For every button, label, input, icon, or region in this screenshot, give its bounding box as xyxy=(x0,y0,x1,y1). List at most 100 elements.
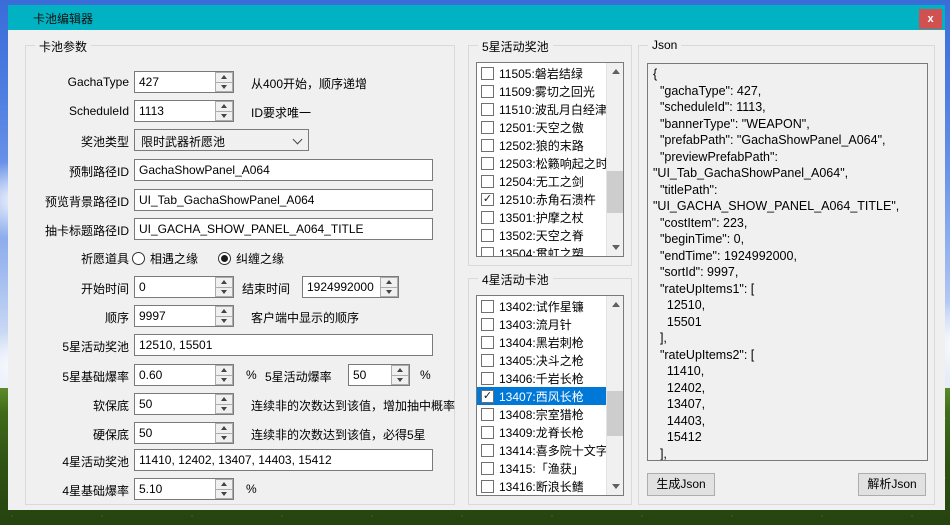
star5-scrollbar[interactable] xyxy=(606,63,623,256)
titlebar[interactable]: 卡池编辑器 x xyxy=(8,5,945,30)
star4-groupbox: 4星活动卡池 13402:试作星镰13403:流月针13404:黑岩刺枪1340… xyxy=(468,278,632,505)
close-icon[interactable]: x xyxy=(919,9,942,29)
item-label: 12510:赤角石溃杵 xyxy=(499,191,596,208)
row-sort: 顺序 客户端中显示的顺序 xyxy=(26,305,454,327)
generate-json-button[interactable]: 生成Json xyxy=(647,473,715,496)
list-item[interactable]: 13402:试作星镰 xyxy=(477,297,606,315)
scroll-down-icon[interactable] xyxy=(607,478,624,495)
row-title-path: 抽卡标题路径ID xyxy=(26,218,454,240)
spin-down-icon[interactable] xyxy=(215,316,233,327)
star5-list-rows: 11505:磐岩结绿11509:雾切之回光11510:波乱月白经津12501:天… xyxy=(477,64,606,257)
item-label: 13404:黑岩刺枪 xyxy=(499,334,584,351)
list-item[interactable]: 13501:护摩之杖 xyxy=(477,208,606,226)
radio-option[interactable]: 相遇之缘 xyxy=(132,250,198,267)
parse-json-button[interactable]: 解析Json xyxy=(858,473,926,496)
list-item[interactable]: 13406:千岩长枪 xyxy=(477,369,606,387)
checkbox-icon[interactable] xyxy=(481,139,494,152)
row-soft-pity: 软保底 连续非的次数达到该值，增加抽中概率 xyxy=(26,393,454,415)
spin-down-icon[interactable] xyxy=(391,375,409,386)
checkbox-icon[interactable] xyxy=(481,444,494,457)
row-gacha-type: GachaType 从400开始，顺序递增 xyxy=(26,71,454,93)
list-item[interactable]: 13403:流月针 xyxy=(477,315,606,333)
scroll-up-icon[interactable] xyxy=(607,296,624,313)
list-item[interactable]: 12504:无工之剑 xyxy=(477,172,606,190)
star5-pool-input[interactable] xyxy=(134,334,433,356)
item-label: 13501:护摩之杖 xyxy=(499,209,584,226)
list-item[interactable]: 13405:决斗之枪 xyxy=(477,351,606,369)
soft-pity-label: 软保底 xyxy=(26,397,129,414)
list-item[interactable]: 12503:松籁响起之时 xyxy=(477,154,606,172)
checkbox-icon[interactable] xyxy=(481,372,494,385)
spin-down-icon[interactable] xyxy=(215,489,233,500)
checkbox-icon[interactable] xyxy=(481,480,494,493)
item-label: 13415:「渔获」 xyxy=(499,460,584,477)
list-item[interactable]: 13415:「渔获」 xyxy=(477,459,606,477)
spin-down-icon[interactable] xyxy=(215,375,233,386)
spin-down-icon[interactable] xyxy=(215,111,233,122)
item-label: 13402:试作星镰 xyxy=(499,298,584,315)
spin-down-icon[interactable] xyxy=(215,82,233,93)
pool-type-select[interactable]: 限时武器祈愿池 xyxy=(134,129,309,151)
window-title: 卡池编辑器 xyxy=(33,10,93,27)
list-item[interactable]: ✓13407:西风长枪 xyxy=(477,387,606,405)
list-item[interactable]: 13409:龙脊长枪 xyxy=(477,423,606,441)
checkbox-icon[interactable] xyxy=(481,229,494,242)
list-item[interactable]: 13408:宗室猎枪 xyxy=(477,405,606,423)
preview-path-input[interactable] xyxy=(134,189,433,211)
checkbox-icon[interactable] xyxy=(481,85,494,98)
title-path-input[interactable] xyxy=(134,218,433,240)
radio-option[interactable]: 纠缠之缘 xyxy=(218,250,284,267)
row-hard-pity: 硬保底 连续非的次数达到该值，必得5星 xyxy=(26,422,454,444)
spin-down-icon[interactable] xyxy=(215,433,233,444)
list-item[interactable]: 13504:贯虹之槊 xyxy=(477,244,606,257)
checkbox-icon[interactable] xyxy=(481,408,494,421)
star5-base-rate-spinner xyxy=(134,364,234,386)
checkbox-icon[interactable]: ✓ xyxy=(481,390,494,403)
list-item[interactable]: 13414:喜多院十文字 xyxy=(477,441,606,459)
checkbox-icon[interactable] xyxy=(481,336,494,349)
list-item[interactable]: 13416:断浪长鳍 xyxy=(477,477,606,495)
list-item[interactable]: 12502:狼的末路 xyxy=(477,136,606,154)
scroll-thumb[interactable] xyxy=(607,171,624,213)
checkbox-icon[interactable] xyxy=(481,354,494,367)
spin-down-icon[interactable] xyxy=(215,404,233,415)
checkbox-icon[interactable] xyxy=(481,462,494,475)
radio-icon[interactable] xyxy=(218,252,231,265)
radio-icon[interactable] xyxy=(132,252,145,265)
item-label: 13408:宗室猎枪 xyxy=(499,406,584,423)
checkbox-icon[interactable] xyxy=(481,426,494,439)
spin-down-icon[interactable] xyxy=(215,287,233,298)
json-group-title: Json xyxy=(648,38,681,52)
spin-down-icon[interactable] xyxy=(380,287,398,298)
prefab-path-input[interactable] xyxy=(134,159,433,181)
checkbox-icon[interactable] xyxy=(481,103,494,116)
checkbox-icon[interactable] xyxy=(481,211,494,224)
list-item[interactable]: ✓ 12510:赤角石溃杵 xyxy=(477,190,606,208)
checkbox-icon[interactable] xyxy=(481,247,494,258)
checkbox-icon[interactable] xyxy=(481,300,494,313)
checkbox-icon[interactable] xyxy=(481,175,494,188)
star4-scrollbar[interactable] xyxy=(606,296,623,495)
scroll-down-icon[interactable] xyxy=(607,239,624,256)
list-item[interactable]: 13404:黑岩刺枪 xyxy=(477,333,606,351)
list-item[interactable]: 11510:波乱月白经津 xyxy=(477,100,606,118)
checkbox-icon[interactable]: ✓ xyxy=(481,193,494,206)
list-item[interactable]: 13502:天空之脊 xyxy=(477,226,606,244)
star5-up-rate-spinner xyxy=(348,364,410,386)
checkbox-icon[interactable] xyxy=(481,121,494,134)
star4-pool-input[interactable] xyxy=(134,449,433,471)
item-label: 13403:流月针 xyxy=(499,316,572,333)
checkbox-icon[interactable] xyxy=(481,157,494,170)
item-label: 12501:天空之傲 xyxy=(499,119,584,136)
gacha-editor-window: 卡池编辑器 x 卡池参数 GachaType 从400开始，顺序递增 Sched… xyxy=(8,5,945,510)
list-item[interactable]: 12501:天空之傲 xyxy=(477,118,606,136)
checkbox-icon[interactable] xyxy=(481,318,494,331)
row-prefab-path: 预制路径ID xyxy=(26,159,454,181)
json-textbox[interactable]: { "gachaType": 427, "scheduleId": 1113, … xyxy=(647,63,928,461)
list-item[interactable]: 11505:磐岩结绿 xyxy=(477,64,606,82)
checkbox-icon[interactable] xyxy=(481,67,494,80)
scroll-thumb[interactable] xyxy=(607,391,624,436)
list-item[interactable]: 11509:雾切之回光 xyxy=(477,82,606,100)
scroll-up-icon[interactable] xyxy=(607,63,624,80)
schedule-id-label: ScheduleId xyxy=(26,104,129,118)
